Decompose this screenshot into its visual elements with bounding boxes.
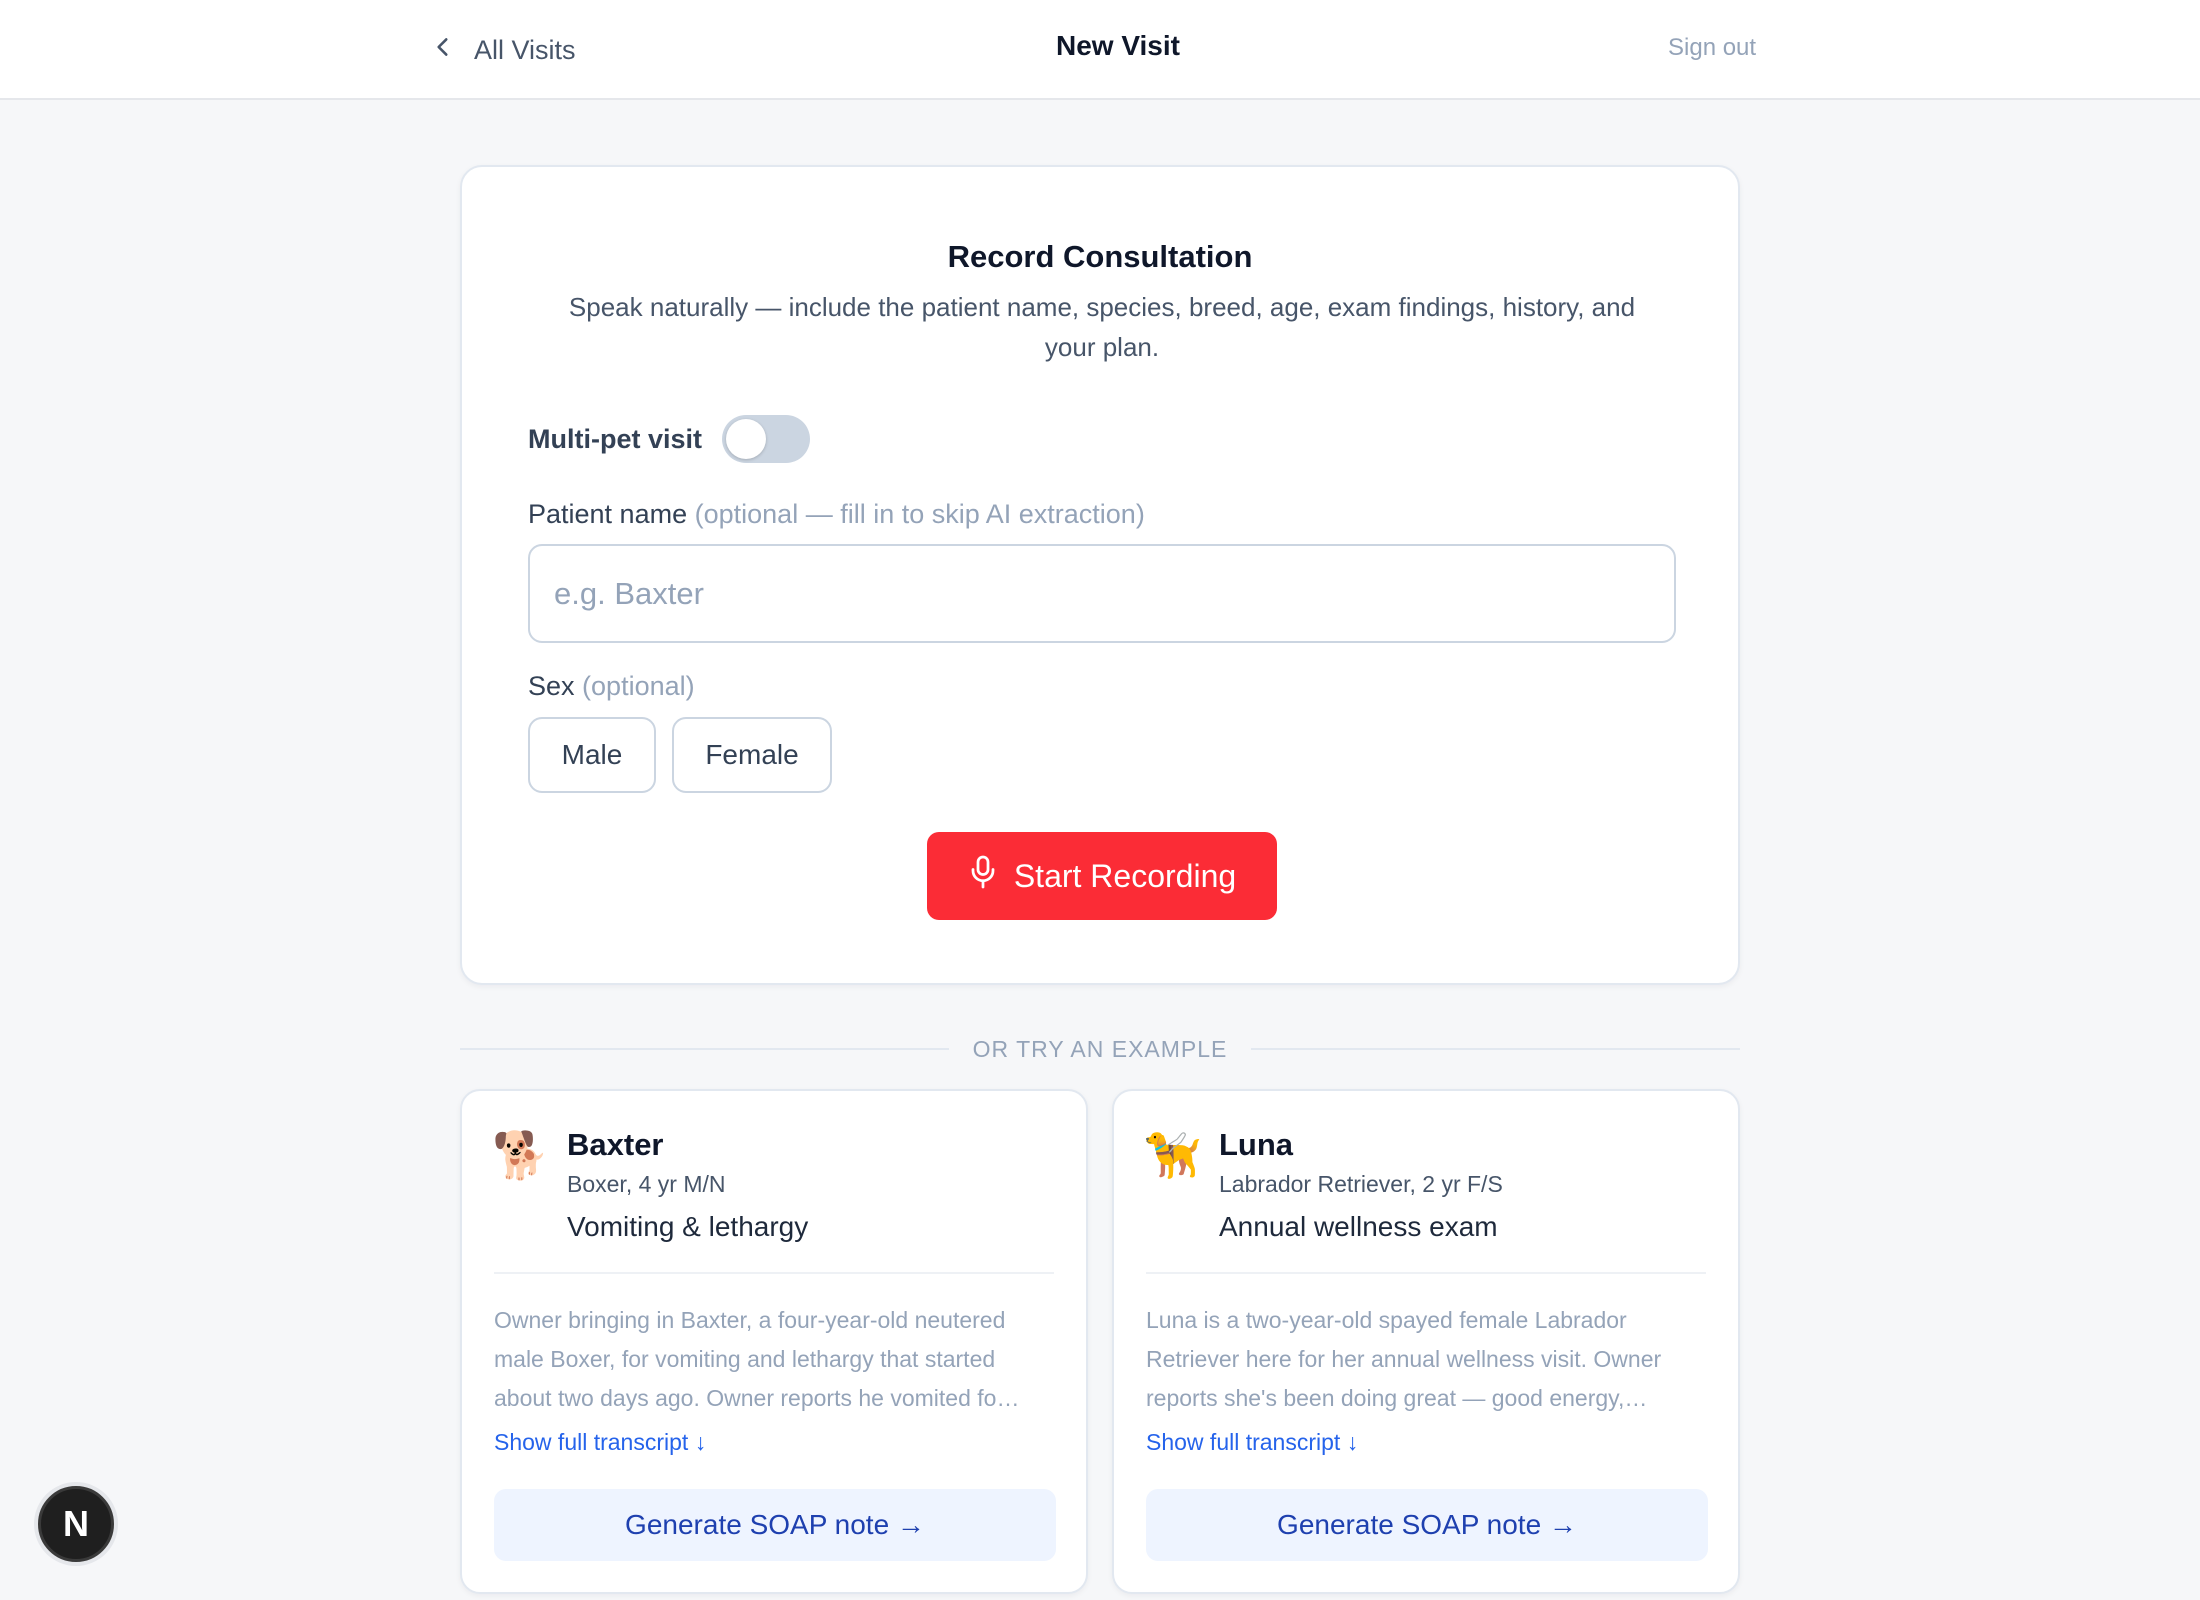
example-visit-reason: Vomiting & lethargy (567, 1211, 809, 1242)
start-recording-label: Start Recording (1013, 857, 1237, 894)
example-separator (1146, 1272, 1706, 1274)
patient-name-input[interactable] (528, 544, 1676, 643)
toggle-knob (726, 419, 766, 459)
multi-pet-row: Multi-pet visit (528, 415, 810, 463)
show-full-transcript-link[interactable]: Show full transcript ↓ (494, 1429, 706, 1456)
patient-name-hint: (optional — fill in to skip AI extractio… (694, 499, 1145, 529)
examples-divider: OR TRY AN EXAMPLE (460, 1034, 1741, 1064)
card-subtitle: Speak naturally — include the patient na… (568, 292, 1636, 362)
divider-line-right (1251, 1048, 1741, 1050)
top-bar: All Visits New Visit Sign out (0, 0, 2200, 100)
multi-pet-label: Multi-pet visit (528, 423, 702, 454)
sex-male-button[interactable]: Male (528, 717, 656, 793)
show-full-transcript-link[interactable]: Show full transcript ↓ (1146, 1429, 1358, 1456)
example-patient-name: Baxter (567, 1127, 664, 1162)
microphone-icon (968, 854, 998, 898)
generate-soap-note-button[interactable]: Generate SOAP note → (1146, 1489, 1708, 1561)
sign-out-link[interactable]: Sign out (1668, 34, 1756, 62)
divider-line-left (460, 1048, 949, 1050)
sex-label-text: Sex (528, 671, 575, 701)
sex-female-button[interactable]: Female (672, 717, 832, 793)
example-patient-name: Luna (1219, 1127, 1294, 1162)
sex-hint: (optional) (582, 671, 695, 701)
examples-divider-text: OR TRY AN EXAMPLE (972, 1035, 1228, 1062)
next-dev-badge[interactable]: N (38, 1486, 114, 1562)
example-patient-meta: Labrador Retriever, 2 yr F/S (1219, 1171, 1503, 1197)
example-card-baxter: 🐕 Baxter Boxer, 4 yr M/N Vomiting & leth… (460, 1089, 1088, 1594)
generate-soap-note-button[interactable]: Generate SOAP note → (494, 1489, 1056, 1561)
sex-label: Sex (optional) (528, 671, 695, 702)
page-title: New Visit (1056, 30, 1180, 61)
dog-icon: 🐕 (492, 1129, 550, 1181)
record-consultation-card: Record Consultation Speak naturally — in… (460, 165, 1740, 985)
example-card-luna: 🦮 Luna Labrador Retriever, 2 yr F/S Annu… (1112, 1089, 1740, 1594)
example-visit-reason: Annual wellness exam (1219, 1211, 1498, 1242)
start-recording-button[interactable]: Start Recording (927, 832, 1277, 920)
multi-pet-toggle[interactable] (722, 415, 810, 463)
guide-dog-icon: 🦮 (1144, 1129, 1202, 1181)
card-title: Record Consultation (947, 239, 1253, 274)
example-transcript-preview: Luna is a two-year-old spayed female Lab… (1146, 1307, 1662, 1411)
example-transcript-preview: Owner bringing in Baxter, a four-year-ol… (494, 1307, 1020, 1411)
example-patient-meta: Boxer, 4 yr M/N (567, 1171, 726, 1197)
patient-name-label: Patient name (optional — fill in to skip… (528, 499, 1145, 530)
example-separator (494, 1272, 1054, 1274)
patient-name-label-text: Patient name (528, 499, 688, 529)
